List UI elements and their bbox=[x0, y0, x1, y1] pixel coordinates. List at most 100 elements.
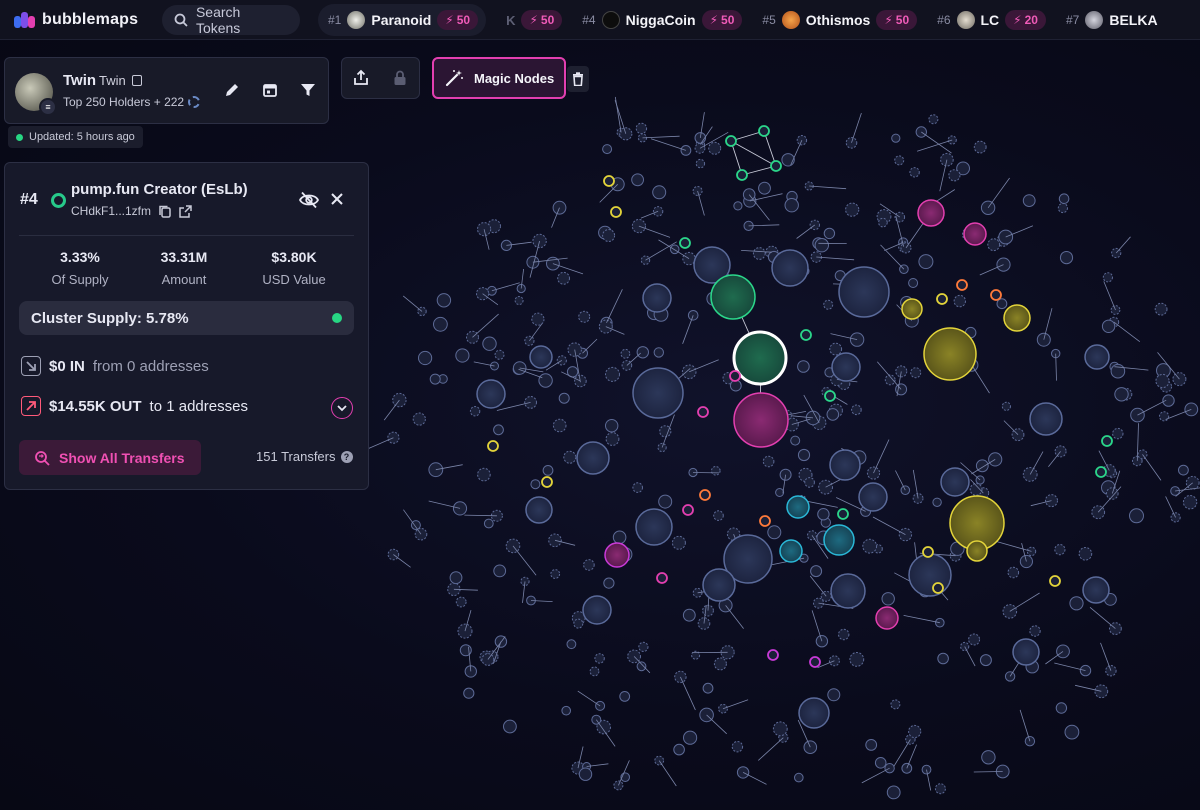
magic-nodes-button[interactable]: Magic Nodes bbox=[432, 57, 566, 99]
transfer-link bbox=[912, 469, 919, 499]
holder-bubble bbox=[979, 654, 992, 667]
trending-token[interactable]: #5 Othismos ⚡ 50 bbox=[762, 10, 918, 30]
holder-bubble bbox=[656, 572, 668, 584]
holder-bubble bbox=[673, 743, 685, 756]
holder-bubble bbox=[578, 767, 593, 781]
transfer-link bbox=[809, 185, 847, 190]
holder-bubble bbox=[1162, 394, 1175, 407]
hide-eye-icon[interactable] bbox=[299, 191, 319, 209]
transfer-link bbox=[1142, 454, 1162, 481]
lock-icon[interactable] bbox=[391, 69, 409, 87]
holder-bubble bbox=[917, 199, 945, 227]
bubblemaps-logo-icon bbox=[14, 11, 36, 28]
holder-bubble bbox=[1102, 272, 1114, 283]
holder-bubble bbox=[697, 406, 709, 418]
holder-bubble bbox=[578, 310, 591, 323]
copy-icon[interactable] bbox=[131, 75, 142, 86]
transfer-link bbox=[964, 646, 976, 667]
holder-bubble bbox=[923, 327, 977, 381]
outflow-arrow-icon bbox=[21, 396, 41, 416]
transfer-link bbox=[650, 138, 687, 151]
transfer-link bbox=[1019, 709, 1031, 742]
trending-token[interactable]: #7 BELKA bbox=[1066, 11, 1158, 29]
holder-bubbles-small[interactable] bbox=[387, 114, 1200, 800]
holder-bubble bbox=[809, 656, 821, 668]
trending-token[interactable]: K ⚡ 50 bbox=[506, 10, 563, 30]
holder-bubble bbox=[908, 724, 922, 739]
trending-token[interactable]: #6 LC ⚡ 20 bbox=[937, 10, 1046, 30]
divider bbox=[19, 235, 354, 236]
edit-button[interactable] bbox=[222, 80, 242, 100]
holder-bubble bbox=[829, 449, 861, 481]
trending-token[interactable]: #4 NiggaCoin ⚡ 50 bbox=[582, 10, 743, 30]
holder-bubble bbox=[1064, 724, 1080, 740]
holder-bubble bbox=[1082, 576, 1110, 604]
transfer-link bbox=[748, 194, 770, 221]
search-tokens-button[interactable]: Search Tokens bbox=[162, 4, 300, 36]
holder-bubble bbox=[752, 247, 766, 260]
share-lock-group bbox=[341, 57, 420, 99]
calendar-button[interactable] bbox=[260, 80, 280, 100]
holder-bubble bbox=[1159, 411, 1170, 422]
transfer-link bbox=[872, 516, 906, 535]
holder-bubble bbox=[729, 370, 741, 382]
filter-button[interactable] bbox=[298, 80, 318, 100]
updated-badge: Updated: 5 hours ago bbox=[8, 126, 143, 148]
show-all-transfers-button[interactable]: Show All Transfers bbox=[19, 440, 201, 475]
status-dot-icon bbox=[16, 133, 23, 141]
holder-bubble bbox=[862, 538, 878, 554]
holder-bubble bbox=[784, 198, 799, 213]
wallet-name: pump.fun Creator (EsLb) bbox=[71, 181, 248, 198]
bolt-icon: ⚡ bbox=[445, 13, 454, 27]
holder-bubble bbox=[605, 366, 620, 382]
holder-bubble bbox=[814, 238, 829, 253]
holder-bubble bbox=[525, 496, 553, 524]
holder-bubble bbox=[683, 730, 698, 745]
holder-bubble bbox=[932, 497, 942, 507]
holder-bubble bbox=[823, 524, 855, 556]
holder-bubble bbox=[482, 336, 497, 351]
holder-bubble bbox=[1101, 319, 1116, 333]
close-icon[interactable] bbox=[329, 191, 345, 207]
holders-label: Top 250 Holders + 222 bbox=[63, 95, 185, 109]
holder-bubble bbox=[433, 316, 448, 332]
transfer-link bbox=[1115, 236, 1131, 254]
boost-badge: ⚡ 50 bbox=[437, 10, 479, 30]
transfer-link bbox=[638, 225, 671, 238]
holder-bubble bbox=[837, 508, 849, 520]
holder-bubble bbox=[583, 559, 595, 571]
holders-info: Top 250 Holders + 222 bbox=[63, 95, 201, 109]
holder-bubble bbox=[1024, 736, 1036, 747]
holder-bubble bbox=[940, 467, 970, 497]
holder-bubble bbox=[1084, 344, 1110, 370]
copy-icon[interactable] bbox=[159, 205, 171, 218]
cluster-supply-label: Cluster Supply: 5.78% bbox=[31, 309, 189, 327]
share-icon[interactable] bbox=[352, 69, 370, 87]
transfer-link bbox=[393, 554, 411, 568]
external-link-icon[interactable] bbox=[179, 204, 192, 218]
holder-bubble bbox=[567, 342, 582, 357]
transfer-link bbox=[512, 545, 537, 576]
holder-bubble bbox=[918, 254, 934, 270]
holder-bubble bbox=[449, 571, 463, 585]
wallet-details-panel: #4 pump.fun Creator (EsLb) CHdkF1...1zfm… bbox=[4, 162, 369, 490]
holder-bubble bbox=[503, 719, 517, 734]
transfer-link bbox=[642, 135, 680, 139]
cluster-color-dot-icon bbox=[332, 313, 342, 323]
token-symbol: Twin bbox=[99, 73, 126, 88]
help-icon[interactable]: ? bbox=[340, 450, 353, 463]
holder-bubble bbox=[908, 278, 919, 288]
logo[interactable]: bubblemaps bbox=[0, 11, 160, 29]
search-icon bbox=[174, 13, 188, 27]
expand-outflow-button[interactable] bbox=[331, 397, 353, 419]
token-name: Twin bbox=[63, 72, 97, 89]
clear-magic-nodes-button[interactable] bbox=[567, 66, 589, 92]
holder-bubble bbox=[602, 144, 613, 155]
transfer-link bbox=[1113, 321, 1141, 343]
holder-bubble bbox=[865, 739, 878, 751]
trending-token[interactable]: #1 Paranoid ⚡ 50 bbox=[318, 4, 487, 36]
transfer-link bbox=[758, 737, 784, 761]
holder-bubble bbox=[605, 419, 619, 433]
cluster-supply[interactable]: Cluster Supply: 5.78% bbox=[19, 301, 354, 335]
transfer-link bbox=[365, 437, 394, 451]
